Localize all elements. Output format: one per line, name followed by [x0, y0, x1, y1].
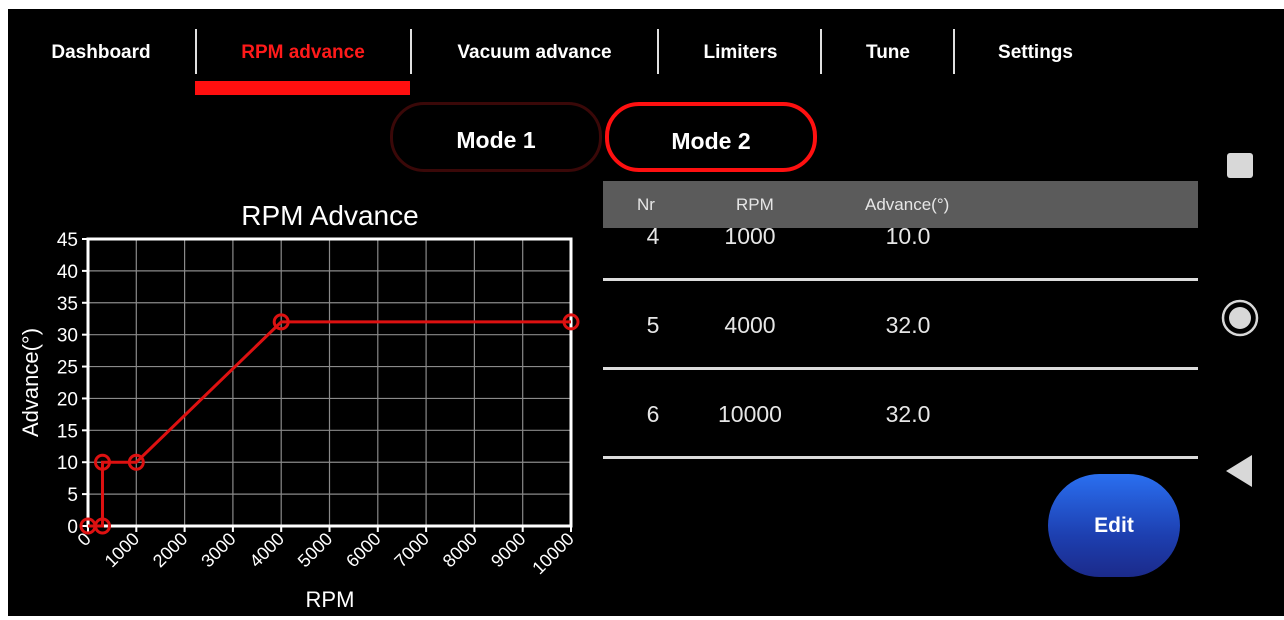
cell-advance: 32.0	[885, 312, 931, 338]
cell-advance: 32.0	[885, 401, 931, 427]
table-row[interactable]: 5 4000 32.0	[603, 281, 1198, 370]
row-divider	[603, 456, 1198, 459]
x-tick-label: 2000	[149, 529, 191, 571]
table-row[interactable]: 4 1000 10.0	[603, 228, 1198, 281]
cell-advance: 10.0	[885, 228, 931, 249]
tab-limiters[interactable]: Limiters	[678, 31, 803, 75]
y-tick-label: 20	[57, 389, 78, 410]
x-tick-label: 4000	[246, 529, 288, 571]
tab-bar: Dashboard RPM advance Vacuum advance Lim…	[8, 9, 1198, 99]
app-screen: Dashboard RPM advance Vacuum advance Lim…	[8, 9, 1284, 616]
cell-nr: 6	[646, 401, 660, 427]
tab-tune[interactable]: Tune	[838, 31, 938, 75]
y-tick-label: 45	[57, 230, 78, 251]
x-tick-label: 3000	[197, 529, 239, 571]
header-advance: Advance(°)	[865, 195, 950, 214]
y-tick-label: 35	[57, 294, 78, 315]
y-tick-label: 25	[57, 358, 78, 379]
table-body[interactable]: 4 1000 10.0 5 4000 32.0 6 10000 32.0	[603, 228, 1198, 468]
cell-rpm: 4000	[724, 312, 776, 338]
table-row[interactable]: 6 10000 32.0	[603, 370, 1198, 459]
chart-title: RPM Advance	[241, 200, 418, 231]
tab-divider	[410, 29, 412, 74]
active-tab-indicator	[195, 81, 410, 95]
table-header: Nr RPM Advance(°)	[603, 181, 1198, 228]
cell-rpm: 1000	[724, 228, 776, 249]
y-axis-label: Advance(°)	[18, 328, 43, 437]
tab-dashboard[interactable]: Dashboard	[36, 31, 166, 75]
tab-rpm-advance[interactable]: RPM advance	[208, 31, 398, 75]
x-tick-label: 1000	[101, 529, 143, 571]
tab-divider	[657, 29, 659, 74]
y-tick-label: 5	[67, 485, 78, 506]
home-circle-icon[interactable]	[1221, 299, 1259, 337]
mode-1-button[interactable]: Mode 1	[390, 102, 602, 172]
tab-settings[interactable]: Settings	[973, 31, 1098, 75]
x-tick-label: 8000	[439, 529, 481, 571]
header-nr: Nr	[637, 195, 655, 214]
x-tick-label: 7000	[390, 529, 432, 571]
chart-grid	[82, 238, 572, 532]
x-axis-label: RPM	[306, 587, 355, 612]
tab-divider	[820, 29, 822, 74]
cell-nr: 4	[646, 228, 660, 249]
x-tick-label: 9000	[487, 529, 529, 571]
rpm-advance-chart: RPM Advance 051015202530354045 0 1000 2000…	[18, 200, 580, 612]
y-tick-labels: 051015202530354045	[57, 230, 78, 538]
tab-vacuum-advance[interactable]: Vacuum advance	[428, 31, 641, 75]
x-tick-label: 10000	[528, 529, 578, 579]
header-rpm: RPM	[736, 195, 774, 214]
cell-rpm: 10000	[718, 401, 782, 427]
back-triangle-icon[interactable]	[1226, 455, 1252, 487]
x-tick-label: 6000	[342, 529, 384, 571]
y-tick-label: 30	[57, 326, 78, 347]
x-tick-labels: 0 1000 2000 3000 4000 5000 6000 7000 8000 9000100…	[74, 529, 578, 579]
cell-nr: 5	[646, 312, 660, 338]
x-tick-label: 5000	[294, 529, 336, 571]
y-tick-label: 10	[57, 453, 78, 474]
edit-button[interactable]: Edit	[1048, 474, 1180, 577]
tab-divider	[195, 29, 197, 74]
y-tick-label: 40	[57, 262, 78, 283]
mode-2-button[interactable]: Mode 2	[605, 102, 817, 172]
square-icon[interactable]	[1227, 153, 1253, 178]
y-tick-label: 15	[57, 421, 78, 442]
tab-divider	[953, 29, 955, 74]
